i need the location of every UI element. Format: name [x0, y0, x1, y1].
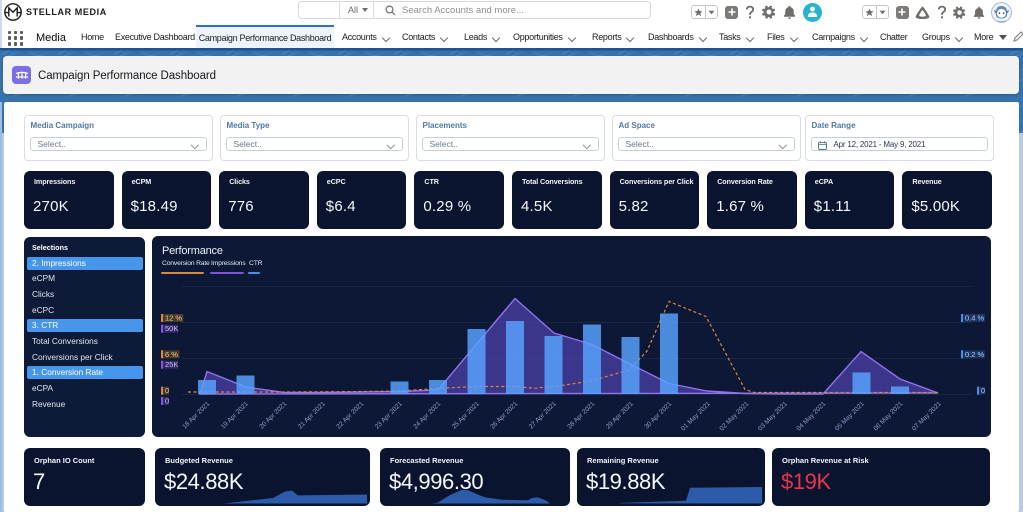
svg-text:01 May 2021: 01 May 2021 — [680, 400, 712, 432]
svg-text:28 Apr 2021: 28 Apr 2021 — [566, 400, 596, 430]
svg-text:07 May 2021: 07 May 2021 — [911, 400, 943, 432]
svg-text:18 Apr 2021: 18 Apr 2021 — [181, 400, 211, 430]
svg-text:19 Apr 2021: 19 Apr 2021 — [220, 400, 250, 430]
svg-text:22 Apr 2021: 22 Apr 2021 — [335, 400, 365, 430]
svg-text:30 Apr 2021: 30 Apr 2021 — [643, 400, 673, 430]
svg-text:0.4 %: 0.4 % — [965, 314, 985, 323]
svg-text:25K: 25K — [165, 360, 178, 369]
svg-text:26 Apr 2021: 26 Apr 2021 — [489, 400, 519, 430]
svg-text:03 May 2021: 03 May 2021 — [757, 400, 789, 432]
svg-text:29 Apr 2021: 29 Apr 2021 — [605, 400, 635, 430]
svg-text:0: 0 — [165, 397, 169, 406]
svg-text:25 Apr 2021: 25 Apr 2021 — [451, 400, 481, 430]
svg-text:02 May 2021: 02 May 2021 — [719, 400, 751, 432]
svg-text:50K: 50K — [165, 324, 178, 333]
svg-text:12 %: 12 % — [165, 314, 182, 323]
svg-text:04 May 2021: 04 May 2021 — [796, 400, 828, 432]
svg-text:20 Apr 2021: 20 Apr 2021 — [258, 400, 288, 430]
svg-text:0: 0 — [165, 386, 169, 395]
svg-text:05 May 2021: 05 May 2021 — [834, 400, 866, 432]
svg-text:0: 0 — [981, 386, 985, 395]
svg-text:27 Apr 2021: 27 Apr 2021 — [528, 400, 558, 430]
svg-text:0.2 %: 0.2 % — [965, 350, 985, 359]
svg-text:24 Apr 2021: 24 Apr 2021 — [412, 400, 442, 430]
svg-text:6 %: 6 % — [165, 350, 178, 359]
svg-text:06 May 2021: 06 May 2021 — [873, 400, 905, 432]
svg-text:21 Apr 2021: 21 Apr 2021 — [297, 400, 327, 430]
svg-text:23 Apr 2021: 23 Apr 2021 — [374, 400, 404, 430]
